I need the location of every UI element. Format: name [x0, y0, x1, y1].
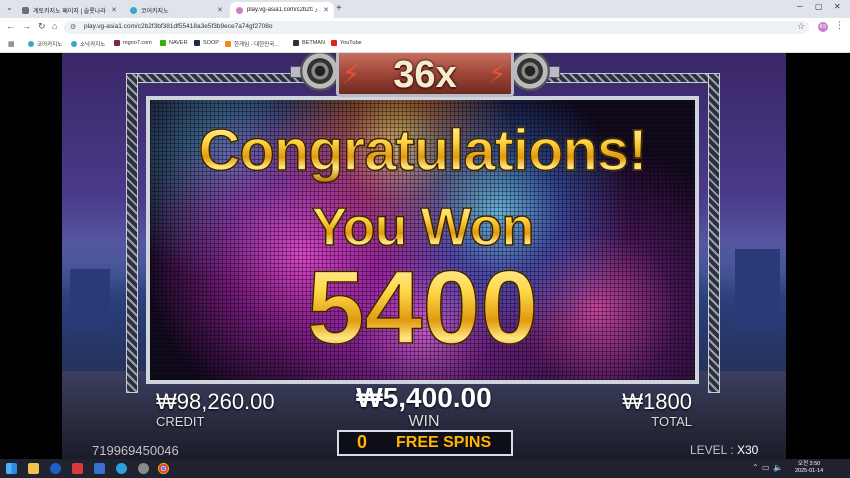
windows-start-icon[interactable]: [6, 463, 17, 474]
bookmark-favicon: [293, 40, 299, 46]
tab-strip: ⌄ 게토카지노 페이지 | 슬롯나라 ✕ 코어카지노 ✕ play.vg-asi…: [0, 0, 850, 18]
address-bar[interactable]: ⚙ play.vg-asia1.com/c2b2f3bf381df55418a3…: [64, 21, 809, 34]
bookmark-favicon: [225, 41, 231, 47]
truss-left: [126, 73, 138, 393]
bookmark-label: YouTube: [340, 40, 362, 46]
back-icon[interactable]: ←: [6, 21, 15, 31]
free-spins-label: FREE SPINS: [396, 434, 492, 451]
win-label: WIN: [408, 413, 440, 430]
bookmark-label: mgoo7.com: [123, 40, 152, 46]
telegram-icon[interactable]: [116, 463, 127, 474]
congratulations-text: Congratulations!: [150, 117, 695, 184]
bookmark-label: 소낙카지노: [80, 42, 106, 48]
tab-title: 코어카지노: [141, 8, 169, 15]
app-icon[interactable]: [138, 463, 149, 474]
apps-grid-icon[interactable]: ▦: [8, 40, 15, 48]
truss-right: [708, 73, 720, 393]
system-clock[interactable]: 오전 3:50 2025-01-14: [795, 461, 823, 475]
menu-icon[interactable]: ⋮: [835, 20, 844, 31]
profile-avatar[interactable]: KS: [818, 22, 828, 32]
level-label: LEVEL :: [690, 443, 734, 457]
multiplier-value: 36x: [393, 54, 457, 96]
building: [735, 249, 780, 329]
tab-1[interactable]: 게토카지노 페이지 | 슬롯나라 ✕: [16, 2, 122, 18]
credit-label: CREDIT: [156, 414, 205, 429]
volume-icon[interactable]: 🔈: [773, 463, 783, 472]
clock-date: 2025-01-14: [795, 468, 824, 474]
tab-search-icon[interactable]: ⌄: [6, 3, 13, 12]
bookmark-label: 한게임 - 대한민국...: [234, 42, 279, 48]
bookmark-item[interactable]: 한게임 - 대한민국...: [225, 40, 279, 48]
bookmark-label: NAVER: [169, 40, 188, 46]
tab-title: 게토카지노 페이지 | 슬롯나라: [33, 8, 106, 15]
address-toolbar: ← → ↻ ⌂ ⚙ play.vg-asia1.com/c2b2f3bf381d…: [0, 18, 850, 37]
bookmark-item[interactable]: NAVER: [160, 40, 188, 46]
bookmark-label: SOOP: [203, 40, 219, 46]
level-value: X30: [736, 443, 759, 457]
bookmark-item[interactable]: 소낙카지노: [71, 40, 105, 48]
site-info-icon[interactable]: ⚙: [70, 23, 76, 31]
reload-icon[interactable]: ↻: [38, 21, 46, 32]
bookmark-favicon: [28, 41, 34, 47]
tab-favicon: [22, 6, 29, 14]
total-bet-label: TOTAL: [651, 414, 692, 429]
bookmark-favicon: [160, 40, 166, 46]
building: [70, 269, 110, 329]
total-bet-value: ₩1800: [622, 389, 692, 414]
tab-title: play.vg-asia1.com/c2b2f3bf: [247, 7, 313, 13]
free-spins-count: 0: [357, 432, 368, 452]
tab-3[interactable]: play.vg-asia1.com/c2b2f3bf ♪ ✕: [230, 2, 334, 18]
close-icon[interactable]: ✕: [111, 6, 117, 14]
forward-icon[interactable]: →: [22, 21, 31, 31]
bookmark-favicon: [114, 40, 120, 46]
minimize-button[interactable]: ─: [797, 2, 803, 11]
bookmark-item[interactable]: BETMAN: [293, 40, 325, 46]
app-icon[interactable]: [50, 463, 61, 474]
url-text: play.vg-asia1.com/c2b2f3bf381df55418a3e5…: [84, 23, 273, 30]
maximize-button[interactable]: ▢: [815, 2, 823, 11]
tab-favicon: [130, 6, 137, 14]
close-icon[interactable]: ✕: [323, 6, 329, 14]
bookmarks-bar: ▦ 코어카지노 소낙카지노 mgoo7.com NAVER SOOP 한게임 -…: [0, 37, 850, 53]
close-icon[interactable]: ✕: [217, 6, 223, 14]
game-area[interactable]: Congratulations! You Won 5400 ⚡ ⚡ 36x ₩9…: [0, 53, 850, 459]
bookmark-favicon: [71, 41, 77, 47]
close-window-button[interactable]: ✕: [834, 2, 841, 11]
speaker-icon[interactable]: ♪: [315, 7, 319, 14]
network-icon[interactable]: ▭: [762, 463, 770, 472]
new-tab-button[interactable]: +: [336, 3, 342, 14]
bookmark-favicon: [194, 40, 200, 46]
home-icon[interactable]: ⌂: [52, 21, 57, 31]
bookmark-item[interactable]: 코어카지노: [28, 40, 62, 48]
app-icon[interactable]: [72, 463, 83, 474]
tray-chevron-icon[interactable]: ⌃: [752, 463, 759, 472]
clock-time: 오전 3:50: [797, 461, 821, 467]
tab-favicon: [236, 6, 243, 14]
credit-value: ₩98,260.00: [156, 389, 275, 414]
app-icon[interactable]: [94, 463, 105, 474]
bookmark-item[interactable]: SOOP: [194, 40, 219, 46]
transaction-id: 719969450046: [92, 443, 179, 458]
tab-2[interactable]: 코어카지노 ✕: [124, 2, 228, 18]
level-indicator: LEVEL : X30: [690, 443, 758, 457]
win-value: ₩5,400.00: [356, 382, 492, 413]
youtube-icon: [331, 40, 337, 46]
bookmark-star-icon[interactable]: ☆: [797, 21, 805, 32]
file-explorer-icon[interactable]: [28, 463, 39, 474]
bookmark-item[interactable]: YouTube: [331, 40, 362, 46]
bookmark-item[interactable]: mgoo7.com: [114, 40, 152, 46]
taskbar: ⌃ ▭ 🔈 오전 3:50 2025-01-14: [0, 459, 850, 478]
bookmark-label: BETMAN: [302, 40, 325, 46]
win-amount-text: 5400: [150, 249, 695, 368]
chrome-icon[interactable]: [158, 463, 169, 474]
bookmark-label: 코어카지노: [37, 42, 63, 48]
